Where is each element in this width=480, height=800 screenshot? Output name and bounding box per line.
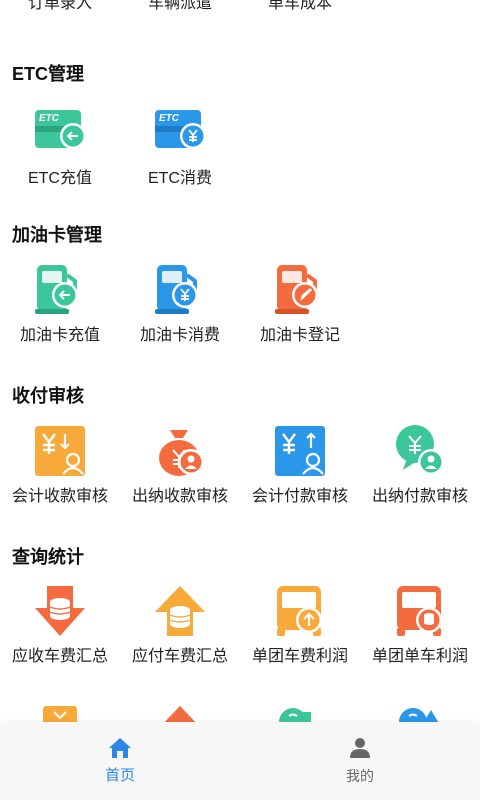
accountant-payment-review-item[interactable]: 会计付款审核 xyxy=(240,424,360,505)
payment-review-section-title: 收付审核 xyxy=(12,386,84,406)
accountant-receipt-review-label: 会计收款审核 xyxy=(11,488,108,505)
query-stats-section-title: 查询统计 xyxy=(12,547,84,567)
bus-coins-icon xyxy=(397,586,442,636)
accountant-payment-review-label: 会计付款审核 xyxy=(251,488,348,505)
cashier-receipt-review-item[interactable]: 出纳收款审核 xyxy=(120,424,240,505)
etc-section-title: ETC管理 xyxy=(12,64,84,84)
accountant-receipt-review-item[interactable]: 会计收款审核 xyxy=(0,424,120,505)
fuel-card-register-item[interactable]: 加油卡登记 xyxy=(240,263,360,344)
fuel-card-recharge-item[interactable]: 加油卡充值 xyxy=(0,263,120,344)
tab-home-label: 首页 xyxy=(104,767,135,784)
payable-fare-summary-item[interactable]: 应付车费汇总 xyxy=(120,584,240,665)
group-fare-profit-label: 单团车费利润 xyxy=(251,648,348,665)
etc-consume-label: ETC消费 xyxy=(147,170,212,187)
speech-bubble-money-icon xyxy=(396,425,444,475)
receivable-fare-summary-item[interactable]: 应收车费汇总 xyxy=(0,584,120,665)
cashier-payment-review-item[interactable]: 出纳付款审核 xyxy=(360,424,480,505)
tab-mine-label: 我的 xyxy=(346,768,374,784)
svg-text:ETC: ETC xyxy=(159,113,180,124)
fuel-card-recharge-label: 加油卡充值 xyxy=(19,327,100,344)
svg-text:ETC: ETC xyxy=(39,113,60,124)
home-icon xyxy=(109,738,131,758)
single-vehicle-cost-item[interactable]: 单车成本 xyxy=(240,0,360,22)
fuel-card-register-label: 加油卡登记 xyxy=(259,327,340,344)
etc-recharge-icon: ETC xyxy=(35,110,86,149)
fuel-card-consume-item[interactable]: 加油卡消费 xyxy=(120,263,240,344)
payable-fare-summary-label: 应付车费汇总 xyxy=(131,648,228,665)
bottom-tab-bar: 首页 我的 xyxy=(0,722,480,800)
fuel-card-section-title: 加油卡管理 xyxy=(12,225,102,245)
etc-consume-icon: ETC xyxy=(155,110,206,149)
etc-recharge-label: ETC充值 xyxy=(27,170,92,187)
cashier-payment-review-label: 出纳付款审核 xyxy=(371,488,468,505)
person-icon xyxy=(350,738,370,758)
group-vehicle-profit-item[interactable]: 单团单车利润 xyxy=(360,584,480,665)
receipt-review-icon xyxy=(35,426,85,476)
group-fare-profit-item[interactable]: 单团车费利润 xyxy=(240,584,360,665)
vehicle-dispatch-item[interactable]: 车辆派遣 xyxy=(120,0,240,22)
order-entry-item[interactable]: 订单录入 xyxy=(0,0,120,22)
down-arrow-coins-icon xyxy=(35,586,85,636)
fuel-card-consume-label: 加油卡消费 xyxy=(139,327,220,344)
receivable-fare-summary-label: 应收车费汇总 xyxy=(11,648,108,665)
top-function-row: 订单录入 车辆派遣 单车成本 xyxy=(0,0,480,22)
group-vehicle-profit-label: 单团单车利润 xyxy=(371,648,468,665)
tab-mine[interactable]: 我的 xyxy=(240,722,480,800)
money-bag-icon xyxy=(159,430,204,476)
tab-home[interactable]: 首页 xyxy=(0,722,240,800)
etc-recharge-item[interactable]: ETC ETC充值 xyxy=(0,106,120,187)
fuel-pump-recharge-icon xyxy=(35,265,78,314)
up-arrow-coins-icon xyxy=(155,586,205,636)
etc-consume-item[interactable]: ETC ETC消费 xyxy=(120,106,240,187)
bus-profit-icon xyxy=(277,586,322,636)
fuel-pump-register-icon xyxy=(275,265,318,314)
cashier-receipt-review-label: 出纳收款审核 xyxy=(131,488,228,505)
fuel-pump-consume-icon xyxy=(155,265,198,314)
payment-review-icon xyxy=(275,426,325,476)
